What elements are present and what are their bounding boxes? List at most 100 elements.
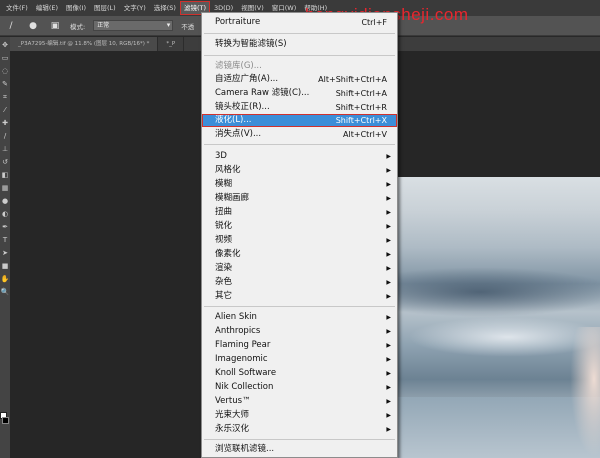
menu-type[interactable]: 文字(Y) bbox=[120, 1, 150, 15]
marquee-tool-icon[interactable]: ▭ bbox=[0, 53, 10, 63]
submenu-arrow-icon: ▶ bbox=[386, 342, 391, 349]
path-select-tool-icon[interactable]: ➤ bbox=[0, 248, 10, 258]
mode-select[interactable]: 正常 bbox=[93, 20, 174, 31]
submenu-arrow-icon: ▶ bbox=[386, 209, 391, 216]
menu-item-vertus[interactable]: Vertus™ ▶ bbox=[202, 395, 397, 408]
healing-tool-icon[interactable]: ✚ bbox=[0, 118, 10, 128]
menu-item-label: Knoll Software bbox=[215, 368, 277, 378]
opacity-label: 不透 bbox=[181, 22, 195, 31]
menu-item-stylize[interactable]: 风格化 ▶ bbox=[202, 164, 397, 177]
document-tab[interactable]: *_P bbox=[158, 37, 185, 51]
menu-item-label: Portraiture bbox=[215, 17, 261, 27]
menu-item-camera-raw[interactable]: Camera Raw 滤镜(C)... Shift+Ctrl+A bbox=[202, 87, 397, 100]
shape-tool-icon[interactable]: ■ bbox=[0, 261, 10, 271]
submenu-arrow-icon: ▶ bbox=[386, 251, 391, 258]
menu-image[interactable]: 图像(I) bbox=[62, 1, 90, 15]
dodge-tool-icon[interactable]: ◐ bbox=[0, 209, 10, 219]
quick-select-tool-icon[interactable]: ✎ bbox=[0, 79, 10, 89]
submenu-arrow-icon: ▶ bbox=[386, 279, 391, 286]
menu-item-label: 锐化 bbox=[215, 221, 233, 231]
menu-item-anthropics[interactable]: Anthropics ▶ bbox=[202, 325, 397, 338]
brush-tool-icon[interactable]: / bbox=[4, 19, 18, 33]
menu-item-label: 模糊画廊 bbox=[215, 193, 250, 203]
menu-item-vanishing-point[interactable]: 消失点(V)... Alt+Ctrl+V bbox=[202, 128, 397, 141]
history-brush-tool-icon[interactable]: ↺ bbox=[0, 157, 10, 167]
gradient-tool-icon[interactable]: ▦ bbox=[0, 183, 10, 193]
zoom-tool-icon[interactable]: 🔍 bbox=[0, 287, 10, 297]
submenu-arrow-icon: ▶ bbox=[386, 384, 391, 391]
menu-item-browse-filters-online[interactable]: 浏览联机滤镜... bbox=[202, 443, 397, 456]
menu-item-distort[interactable]: 扭曲 ▶ bbox=[202, 206, 397, 219]
submenu-arrow-icon: ▶ bbox=[386, 412, 391, 419]
menu-layer[interactable]: 图层(L) bbox=[90, 1, 120, 15]
menu-item-imagenomic[interactable]: Imagenomic ▶ bbox=[202, 353, 397, 366]
menu-item-label: 自适应广角(A)... bbox=[215, 74, 279, 84]
hand-tool-icon[interactable]: ✋ bbox=[0, 274, 10, 284]
menu-item-label: 永乐汉化 bbox=[215, 424, 250, 434]
menu-item-label: Camera Raw 滤镜(C)... bbox=[215, 88, 310, 98]
menu-item-label: Vertus™ bbox=[215, 396, 251, 406]
menu-item-render[interactable]: 渲染 ▶ bbox=[202, 262, 397, 275]
menu-item-label: 滤镜库(G)... bbox=[215, 61, 262, 71]
menu-item-label: Nik Collection bbox=[215, 382, 274, 392]
menu-item-nik-collection[interactable]: Nik Collection ▶ bbox=[202, 381, 397, 394]
menu-item-label: 液化(L)... bbox=[215, 115, 252, 125]
menu-separator bbox=[204, 144, 395, 145]
menu-item-sharpen[interactable]: 锐化 ▶ bbox=[202, 220, 397, 233]
stamp-tool-icon[interactable]: ⊥ bbox=[0, 144, 10, 154]
submenu-arrow-icon: ▶ bbox=[386, 293, 391, 300]
submenu-arrow-icon: ▶ bbox=[386, 195, 391, 202]
menu-item-label: 风格化 bbox=[215, 165, 241, 175]
canvas-photo bbox=[398, 177, 600, 458]
type-tool-icon[interactable]: T bbox=[0, 235, 10, 245]
menu-item-label: 杂色 bbox=[215, 277, 233, 287]
brush-panel-icon[interactable]: ▣ bbox=[48, 19, 62, 33]
document-tab[interactable]: _P3A7295-编辑.tif @ 11.8% (图层 10, RGB/16*)… bbox=[10, 37, 159, 51]
menu-item-3d[interactable]: 3D ▶ bbox=[202, 150, 397, 163]
menu-item-knoll-software[interactable]: Knoll Software ▶ bbox=[202, 367, 397, 380]
submenu-arrow-icon: ▶ bbox=[386, 328, 391, 335]
submenu-arrow-icon: ▶ bbox=[386, 370, 391, 377]
pen-tool-icon[interactable]: ✒ bbox=[0, 222, 10, 232]
menu-item-flaming-pear[interactable]: Flaming Pear ▶ bbox=[202, 339, 397, 352]
menu-item-label: 转换为智能滤镜(S) bbox=[215, 39, 287, 49]
menu-item-label: Anthropics bbox=[215, 326, 261, 336]
lasso-tool-icon[interactable]: ◌ bbox=[0, 66, 10, 76]
menu-item-noise[interactable]: 杂色 ▶ bbox=[202, 276, 397, 289]
menu-item-beam-master[interactable]: 光束大师 ▶ bbox=[202, 409, 397, 422]
menu-file[interactable]: 文件(F) bbox=[2, 1, 32, 15]
move-tool-icon[interactable]: ✥ bbox=[0, 40, 10, 50]
photo-figure bbox=[570, 327, 600, 457]
crop-tool-icon[interactable]: ⌗ bbox=[0, 92, 10, 102]
blur-tool-icon[interactable]: ● bbox=[0, 196, 10, 206]
menu-item-blur-gallery[interactable]: 模糊画廊 ▶ bbox=[202, 192, 397, 205]
background-color-swatch[interactable] bbox=[2, 417, 9, 424]
menu-item-label: Flaming Pear bbox=[215, 340, 271, 350]
menu-select[interactable]: 选择(S) bbox=[150, 1, 180, 15]
submenu-arrow-icon: ▶ bbox=[386, 426, 391, 433]
menu-item-shortcut: Shift+Ctrl+R bbox=[335, 103, 387, 112]
eraser-tool-icon[interactable]: ◧ bbox=[0, 170, 10, 180]
menu-item-portraiture[interactable]: Portraiture Ctrl+F bbox=[202, 16, 397, 29]
menu-item-convert-smart-filter[interactable]: 转换为智能滤镜(S) bbox=[202, 38, 397, 51]
brush-tool-icon[interactable]: / bbox=[0, 131, 10, 141]
menu-edit[interactable]: 编辑(E) bbox=[32, 1, 62, 15]
menu-item-shortcut: Ctrl+F bbox=[361, 18, 387, 27]
menu-item-pixelate[interactable]: 像素化 ▶ bbox=[202, 248, 397, 261]
brush-preset-icon[interactable]: ● bbox=[26, 19, 40, 33]
menu-item-liquify[interactable]: 液化(L)... Shift+Ctrl+X bbox=[202, 114, 397, 127]
menu-item-lens-correction[interactable]: 镜头校正(R)... Shift+Ctrl+R bbox=[202, 101, 397, 114]
menu-item-shortcut: Alt+Ctrl+V bbox=[343, 130, 387, 139]
photo-dark-cloud bbox=[398, 267, 600, 317]
menu-item-alien-skin[interactable]: Alien Skin ▶ bbox=[202, 311, 397, 324]
menu-item-adaptive-wide-angle[interactable]: 自适应广角(A)... Alt+Shift+Ctrl+A bbox=[202, 73, 397, 86]
submenu-arrow-icon: ▶ bbox=[386, 398, 391, 405]
menu-item-shortcut: Shift+Ctrl+X bbox=[335, 116, 387, 125]
menu-item-video[interactable]: 视频 ▶ bbox=[202, 234, 397, 247]
menu-item-blur[interactable]: 模糊 ▶ bbox=[202, 178, 397, 191]
menu-separator bbox=[204, 439, 395, 440]
menu-item-yongle-localization[interactable]: 永乐汉化 ▶ bbox=[202, 423, 397, 436]
menu-item-other[interactable]: 其它 ▶ bbox=[202, 290, 397, 303]
eyedropper-tool-icon[interactable]: ⁄ bbox=[0, 105, 10, 115]
menu-item-label: Imagenomic bbox=[215, 354, 268, 364]
